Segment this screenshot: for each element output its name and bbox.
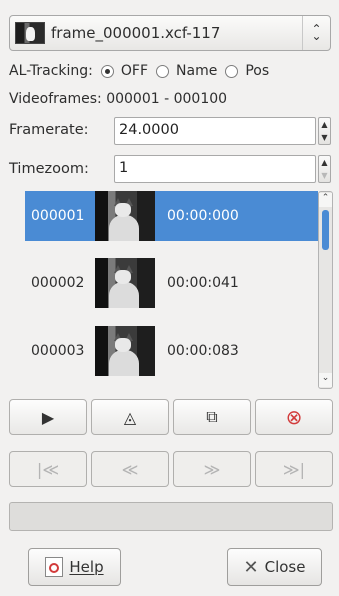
timezoom-label: Timezoom: <box>9 161 89 177</box>
play-pingpong-button[interactable]: ◬ <box>91 399 169 435</box>
tracking-pos-label[interactable]: Pos <box>245 63 269 79</box>
timezoom-input[interactable]: 1 <box>114 155 316 183</box>
image-selector-combo[interactable]: frame_000001.xcf-117 ⌃ ⌄ <box>9 15 331 51</box>
image-selector-value: frame_000001.xcf-117 <box>51 24 221 42</box>
stop-icon: ⊗ <box>285 405 303 429</box>
play-icon: ▶ <box>41 407 55 427</box>
spin-up-icon[interactable]: ▲ <box>321 158 327 167</box>
scroll-down-icon[interactable]: ⌄ <box>319 373 332 387</box>
progress-bar <box>9 502 333 531</box>
frame-thumbnail <box>95 326 155 376</box>
go-next-icon: ≫ <box>203 459 221 479</box>
go-last-icon: ≫| <box>282 459 306 479</box>
frame-number: 000002 <box>31 275 85 291</box>
tracking-pos-radio[interactable] <box>225 64 239 78</box>
play-selection-button[interactable]: ⧉ <box>173 399 251 435</box>
spin-down-icon[interactable]: ▼ <box>321 133 327 142</box>
close-button[interactable]: ✕ Close <box>227 548 322 586</box>
tracking-label: AL-Tracking: <box>9 63 93 79</box>
videoframes-range: Videoframes: 000001 - 000100 <box>9 91 228 107</box>
help-button[interactable]: Help <box>28 548 121 586</box>
scrollbar-thumb[interactable] <box>322 210 329 250</box>
frame-time: 00:00:000 <box>167 208 239 224</box>
play-pingpong-icon: ◬ <box>123 407 137 427</box>
frame-thumbnail <box>95 258 155 308</box>
framerate-input[interactable]: 24.0000 <box>114 117 316 145</box>
scroll-up-icon[interactable]: ⌃ <box>319 193 332 207</box>
tracking-off-label[interactable]: OFF <box>121 63 148 79</box>
go-prev-icon: ≪ <box>121 459 139 479</box>
tracking-name-radio[interactable] <box>156 64 170 78</box>
spin-down-icon: ▼ <box>321 171 328 180</box>
go-first-icon: |≪ <box>36 459 60 479</box>
frame-time: 00:00:083 <box>167 343 239 359</box>
tracking-off-radio[interactable] <box>100 64 114 78</box>
frame-time: 00:00:041 <box>167 275 239 291</box>
stop-button[interactable]: ⊗ <box>255 399 333 435</box>
frame-thumbnail <box>95 191 155 241</box>
tracking-name-label[interactable]: Name <box>176 63 217 79</box>
frame-list-scrollbar[interactable]: ⌃ ⌄ <box>318 191 333 389</box>
frame-number: 000001 <box>31 208 85 224</box>
go-last-button[interactable]: ≫| <box>255 451 333 487</box>
frame-row[interactable]: 000002 00:00:041 <box>25 258 318 308</box>
help-icon <box>45 557 64 577</box>
go-next-button[interactable]: ≫ <box>173 451 251 487</box>
image-thumbnail <box>15 22 45 44</box>
frame-row[interactable]: 000003 00:00:083 <box>25 326 318 376</box>
combo-updown-arrow-icon[interactable]: ⌃ ⌄ <box>302 16 330 50</box>
go-first-button[interactable]: |≪ <box>9 451 87 487</box>
help-button-label: Help <box>69 558 104 576</box>
frame-list[interactable]: 000001 00:00:000 000002 00:00:041 000003… <box>25 191 318 389</box>
frame-number: 000003 <box>31 343 85 359</box>
close-icon: ✕ <box>243 556 259 578</box>
timezoom-spin-buttons[interactable]: ▲ ▼ <box>318 155 331 183</box>
go-prev-button[interactable]: ≪ <box>91 451 169 487</box>
framerate-spin-buttons[interactable]: ▲ ▼ <box>318 117 331 145</box>
close-button-label: Close <box>264 558 306 576</box>
framerate-label: Framerate: <box>9 122 89 138</box>
frame-row[interactable]: 000001 00:00:000 <box>25 191 318 241</box>
play-button[interactable]: ▶ <box>9 399 87 435</box>
play-selection-icon: ⧉ <box>206 407 218 426</box>
tracking-row: AL-Tracking: OFF Name Pos <box>9 63 269 79</box>
spin-up-icon[interactable]: ▲ <box>321 120 327 129</box>
